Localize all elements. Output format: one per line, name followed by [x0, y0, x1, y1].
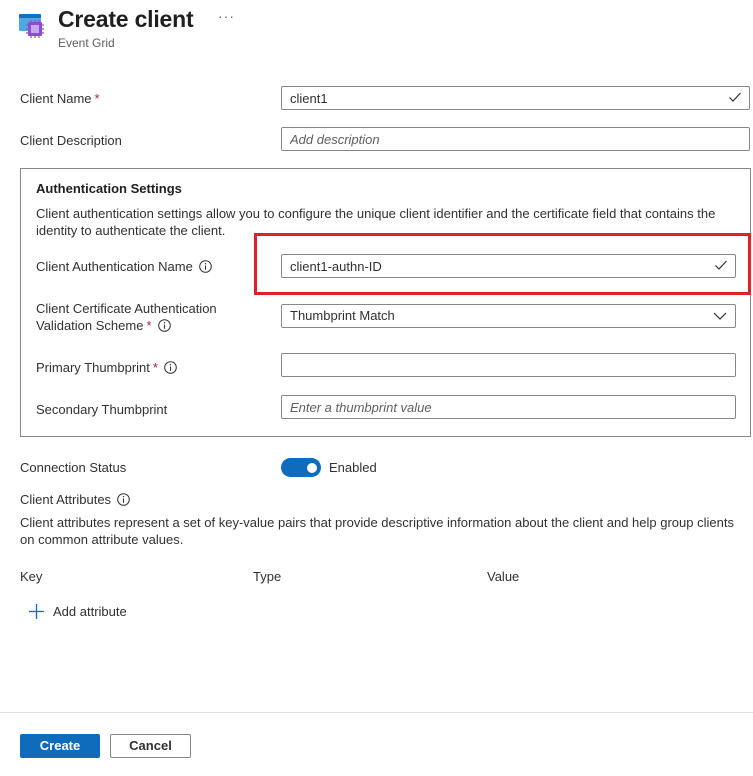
validation-scheme-dropdown[interactable]: Thumbprint Match: [281, 304, 736, 328]
auth-name-field-wrap: [281, 254, 736, 278]
footer-divider: [0, 712, 753, 713]
validation-scheme-value: Thumbprint Match: [290, 308, 395, 323]
toggle-knob: [307, 462, 317, 473]
info-icon[interactable]: [199, 260, 212, 273]
create-button[interactable]: Create: [20, 734, 100, 758]
connection-status-toggle[interactable]: [281, 458, 321, 477]
plus-icon: [29, 604, 44, 619]
column-header-type: Type: [253, 569, 282, 584]
required-marker: *: [94, 91, 100, 106]
primary-thumbprint-input[interactable]: [281, 353, 736, 377]
client-description-input[interactable]: [281, 127, 750, 151]
client-attributes-description: Client attributes represent a set of key…: [20, 515, 734, 547]
toggle-state-label: Enabled: [329, 460, 377, 475]
checkmark-icon: [715, 260, 727, 270]
client-name-field-wrap: [281, 86, 750, 110]
secondary-thumbprint-input[interactable]: [281, 395, 736, 419]
secondary-thumbprint-label: Secondary Thumbprint: [36, 402, 168, 417]
client-attributes-label: Client Attributes: [20, 491, 130, 508]
auth-name-input[interactable]: [281, 254, 736, 278]
chevron-down-icon: [713, 312, 727, 320]
validation-scheme-label-line2: Validation Scheme *: [36, 317, 171, 334]
page-subtitle: Event Grid: [58, 36, 115, 50]
more-options-button[interactable]: ···: [218, 8, 235, 24]
column-header-key: Key: [20, 569, 43, 584]
validation-scheme-label: Client Certificate Authentication: [36, 301, 217, 316]
cancel-button[interactable]: Cancel: [110, 734, 191, 758]
column-header-value: Value: [487, 569, 520, 584]
client-name-input[interactable]: [281, 86, 750, 110]
info-icon[interactable]: [117, 493, 130, 506]
client-name-label: Client Name *: [20, 91, 100, 106]
event-grid-icon: [18, 12, 46, 40]
add-attribute-label: Add attribute: [53, 604, 127, 619]
required-marker: *: [152, 360, 158, 375]
required-marker: *: [146, 318, 152, 333]
info-icon[interactable]: [164, 361, 177, 374]
primary-thumbprint-label: Primary Thumbprint *: [36, 359, 177, 376]
info-icon[interactable]: [157, 319, 171, 332]
auth-name-label: Client Authentication Name: [36, 258, 212, 275]
page-title: Create client: [58, 6, 194, 32]
auth-settings-heading: Authentication Settings: [36, 181, 182, 196]
checkmark-icon: [729, 92, 741, 102]
connection-status-label: Connection Status: [20, 460, 127, 475]
client-description-label: Client Description: [20, 133, 122, 148]
